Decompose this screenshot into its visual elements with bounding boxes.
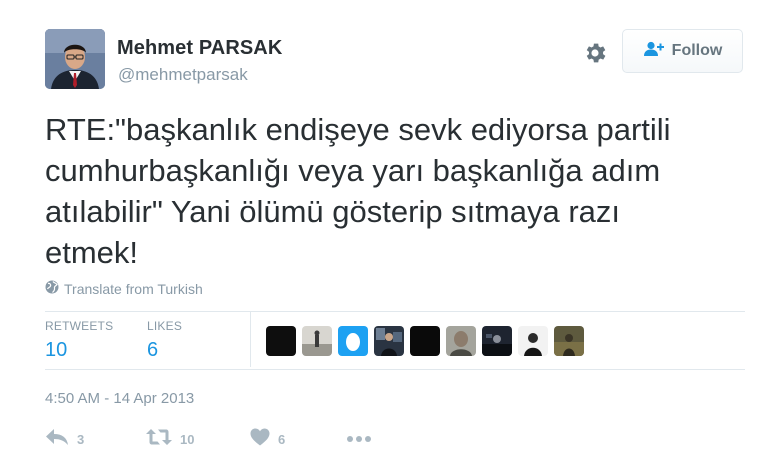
liker-avatar[interactable] (374, 326, 404, 356)
like-button[interactable]: 6 (250, 428, 285, 450)
follow-button[interactable]: Follow (622, 29, 743, 73)
reply-count: 3 (77, 431, 85, 447)
author-name[interactable]: Mehmet PARSAK (117, 37, 282, 60)
stats-bottom-divider (45, 369, 745, 370)
like-count: 6 (278, 431, 286, 447)
liker-avatar[interactable] (266, 326, 296, 356)
stats-vertical-divider (250, 312, 251, 367)
liker-avatars (266, 326, 584, 356)
liker-avatar[interactable] (446, 326, 476, 356)
liker-avatar[interactable] (410, 326, 440, 356)
likes-label: LIKES (147, 319, 183, 333)
avatar-image (45, 29, 105, 89)
retweets-label: RETWEETS (45, 319, 114, 333)
retweet-button[interactable]: 10 (146, 428, 194, 450)
add-user-icon (643, 41, 665, 62)
retweets-value: 10 (45, 339, 68, 361)
translate-label: Translate from Turkish (64, 280, 203, 297)
tweet-text: RTE:"başkanlık endişeye sevk ediyorsa pa… (45, 112, 671, 270)
more-button[interactable] (346, 428, 372, 450)
tweet-timestamp[interactable]: 4:50 AM - 14 Apr 2013 (45, 390, 194, 407)
translate-link[interactable]: Translate from Turkish (45, 280, 203, 297)
likes-stat[interactable]: LIKES 6 (147, 319, 182, 362)
follow-label: Follow (671, 42, 723, 59)
globe-icon (45, 280, 59, 297)
retweet-icon (146, 428, 172, 451)
heart-icon (250, 428, 270, 451)
gear-icon[interactable] (582, 40, 608, 66)
liker-avatar[interactable] (518, 326, 548, 356)
author-handle[interactable]: @mehmetparsak (118, 65, 248, 85)
stats-top-divider (45, 311, 745, 312)
more-icon (346, 430, 372, 448)
liker-avatar[interactable] (554, 326, 584, 356)
reply-icon (45, 428, 69, 451)
avatar[interactable] (45, 29, 105, 89)
liker-avatar[interactable] (338, 326, 368, 356)
reply-button[interactable]: 3 (45, 428, 84, 450)
liker-avatar[interactable] (302, 326, 332, 356)
likes-value: 6 (147, 339, 159, 361)
retweet-count: 10 (180, 431, 195, 447)
liker-avatar[interactable] (482, 326, 512, 356)
retweets-stat[interactable]: RETWEETS 10 (45, 319, 113, 362)
